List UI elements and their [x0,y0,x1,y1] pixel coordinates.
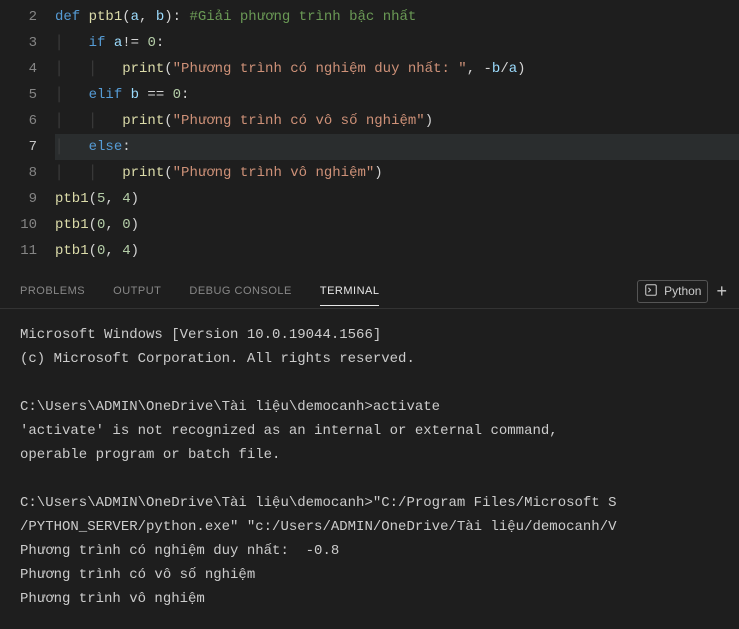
terminal-line: operable program or batch file. [20,443,719,467]
line-number: 6 [0,108,37,134]
code-line[interactable]: │ else: [55,134,739,160]
code-line[interactable]: ptb1(0, 0) [55,212,739,238]
code-line[interactable]: │ if a!= 0: [55,30,739,56]
line-number: 4 [0,56,37,82]
panel-tab-problems[interactable]: PROBLEMS [20,277,85,305]
line-number: 3 [0,30,37,56]
terminal-launch-profile[interactable]: Python [637,280,708,303]
line-number: 7 [0,134,37,160]
line-number: 10 [0,212,37,238]
launch-icon [644,283,658,300]
launch-label: Python [664,284,701,298]
line-number: 5 [0,82,37,108]
line-number: 11 [0,238,37,264]
terminal-line: Phương trình có nghiệm duy nhất: -0.8 [20,539,719,563]
terminal-line: Phương trình vô nghiệm [20,587,719,611]
terminal-line: C:\Users\ADMIN\OneDrive\Tài liệu\democan… [20,491,719,539]
line-number-gutter: 234567891011 [0,4,55,264]
code-area[interactable]: def ptb1(a, b): #Giải phương trình bậc n… [55,4,739,264]
code-line[interactable]: def ptb1(a, b): #Giải phương trình bậc n… [55,4,739,30]
line-number: 9 [0,186,37,212]
new-terminal-button[interactable]: + [714,282,729,300]
terminal-line: Microsoft Windows [Version 10.0.19044.15… [20,323,719,347]
terminal-line: 'activate' is not recognized as an inter… [20,419,719,443]
terminal-line [20,371,719,395]
panel-tabs: PROBLEMS OUTPUT DEBUG CONSOLE TERMINAL Pyth… [0,274,739,309]
panel-actions: Python + [637,280,729,303]
panel-tab-output[interactable]: OUTPUT [113,277,161,305]
panel-tab-terminal[interactable]: TERMINAL [320,277,380,306]
line-number: 2 [0,4,37,30]
code-line[interactable]: │ elif b == 0: [55,82,739,108]
line-number: 8 [0,160,37,186]
code-line[interactable]: │ │ print("Phương trình có vô số nghiệm"… [55,108,739,134]
terminal-line [20,467,719,491]
panel-tab-debug-console[interactable]: DEBUG CONSOLE [189,277,291,305]
terminal-output[interactable]: Microsoft Windows [Version 10.0.19044.15… [0,309,739,625]
code-editor[interactable]: 234567891011 def ptb1(a, b): #Giải phươn… [0,0,739,264]
code-line[interactable]: ptb1(5, 4) [55,186,739,212]
terminal-line: Phương trình có vô số nghiệm [20,563,719,587]
code-line[interactable]: ptb1(0, 4) [55,238,739,264]
terminal-line: C:\Users\ADMIN\OneDrive\Tài liệu\democan… [20,395,719,419]
terminal-line: (c) Microsoft Corporation. All rights re… [20,347,719,371]
code-line[interactable]: │ │ print("Phương trình có nghiệm duy nh… [55,56,739,82]
code-line[interactable]: │ │ print("Phương trình vô nghiệm") [55,160,739,186]
